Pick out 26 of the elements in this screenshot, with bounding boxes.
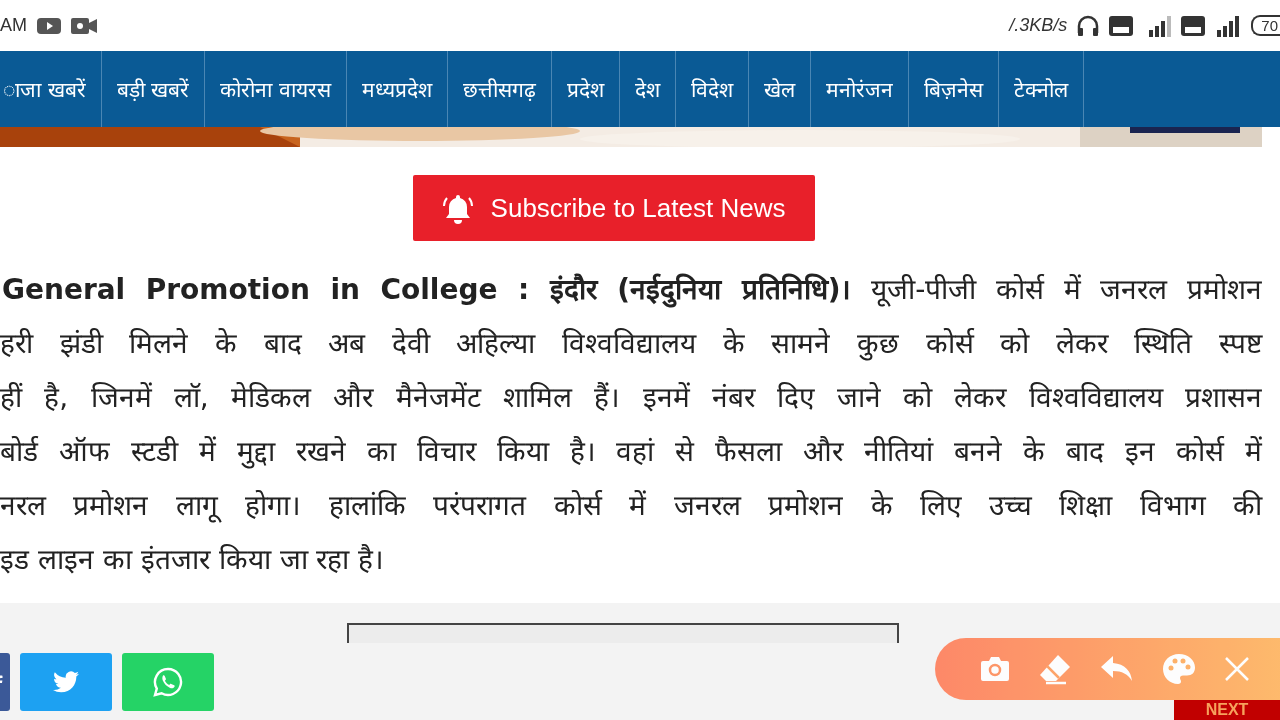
network-speed: /.3KB/s [1009,15,1068,36]
palette-icon[interactable] [1162,653,1196,685]
youtube-icon [37,16,61,35]
status-time: AM [0,15,27,36]
article-text-line: हीं है, जिनमें लॉ, मेडिकल और मैनेजमेंट शामिल हैं। इनमें नंबर दिए जाने को लेकर विश्वविद्यालय प्रशासन [0,380,1262,416]
article-text-line: नरल प्रमोशन लागू होगा। हालांकि परंपरागत कोर्स में जनरल प्रमोशन के लिए उच्च शिक्षा विभाग की [0,488,1262,525]
close-icon[interactable] [1224,656,1250,682]
bell-icon [442,192,473,224]
article-text-line: इड लाइन का इंतजार किया जा रहा है। [0,542,386,578]
share-button[interactable] [20,653,112,711]
eraser-icon[interactable] [1038,653,1072,685]
article-text-line: बोर्ड ऑफ स्टडी में मुद्दा रखने का विचार किया है। वहां से फैसला और नीतियां बनने के बाद इन कोर्स में [0,434,1262,471]
signal-icon [1215,14,1242,37]
whatsapp-icon [152,666,184,698]
article-text-line: हरी झंडी मिलने के बाद अब देवी अहिल्या विश्वविद्यालय के सामने कुछ कोर्स को लेकर स्थिति स्पष्ट [0,326,1262,363]
headphones-icon [1077,14,1100,37]
camera-icon[interactable] [980,656,1010,682]
subscribe-button[interactable]: Subscribe to Latest News [412,175,816,241]
bird-icon [53,671,79,693]
battery-level: 70 [1251,15,1280,36]
reply-icon[interactable] [1100,655,1134,683]
share-button[interactable] [122,653,214,711]
volte-icon [1181,15,1206,36]
article-text-line: General Promotion in College : इंदौर (नईदुनिया प्रतिनिधि)। यूजी-पीजी कोर्स में जनरल प्रमोशन [2,272,1262,310]
volte-icon [1109,15,1134,36]
video-camera-icon [71,16,97,35]
